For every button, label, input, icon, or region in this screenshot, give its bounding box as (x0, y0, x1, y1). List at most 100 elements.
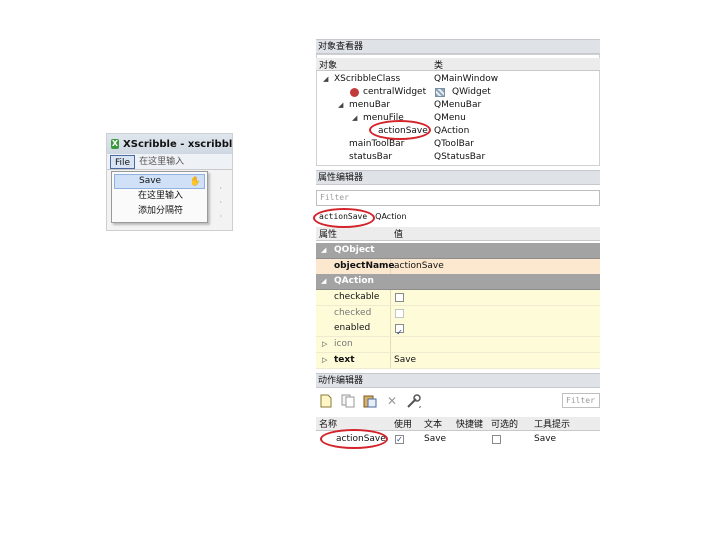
grid-dot: · (219, 198, 222, 207)
tree-row-centralwidget[interactable]: centralWidget QWidget (316, 86, 600, 99)
column-divider (390, 306, 391, 321)
object-inspector-header: 对象 类 (316, 58, 600, 71)
property-row-checkable[interactable]: checkable (316, 290, 600, 306)
property-row-objectname[interactable]: objectName actionSave (316, 259, 600, 275)
column-shortcut[interactable]: 快捷键 (456, 417, 483, 430)
property-label: checked (334, 308, 372, 318)
form-menubar: File 在这里输入 (107, 154, 232, 170)
qt-app-icon: X (111, 139, 120, 149)
column-class[interactable]: 类 (434, 58, 443, 71)
column-value[interactable]: 值 (394, 227, 403, 240)
property-label: enabled (334, 323, 371, 333)
tree-row-statusbar[interactable]: statusBar QStatusBar (316, 151, 600, 164)
expand-arrow-icon[interactable]: ◢ (352, 112, 357, 125)
file-dropdown-menu: Save ✋ 在这里输入 添加分隔符 (111, 171, 208, 223)
menu-item-label: 添加分隔符 (138, 206, 184, 216)
objectname-value[interactable]: actionSave (394, 259, 444, 274)
column-used[interactable]: 使用 (394, 417, 412, 430)
action-text: Save (424, 434, 447, 444)
tree-object-name: XScribbleClass (334, 74, 401, 84)
group-label: QAction (334, 276, 374, 286)
action-name: actionSave (336, 434, 386, 444)
group-qaction[interactable]: ◢ QAction (316, 274, 600, 290)
configure-action-icon[interactable] (406, 393, 422, 409)
group-qobject[interactable]: ◢ QObject (316, 243, 600, 259)
column-divider (390, 321, 391, 336)
action-row-actionsave[interactable]: actionSave ✓ Save Save (316, 432, 600, 446)
enabled-checkbox[interactable]: ✓ (395, 324, 404, 337)
copy-action-icon[interactable] (340, 393, 356, 409)
column-tooltip[interactable]: 工具提示 (534, 417, 570, 430)
expand-arrow-icon[interactable]: ◢ (323, 73, 328, 86)
property-row-text[interactable]: ▷ text Save (316, 353, 600, 369)
column-name[interactable]: 名称 (319, 417, 337, 430)
widget-icon (435, 88, 445, 97)
expand-arrow-icon[interactable]: ◢ (338, 99, 343, 112)
delete-action-icon[interactable]: ✕ (384, 393, 400, 409)
grab-hand-icon: ✋ (189, 177, 201, 187)
current-object-label: actionSave QAction (316, 209, 600, 224)
expand-arrow-icon[interactable]: ▷ (322, 353, 327, 368)
tree-object-name: menuFile (363, 113, 404, 123)
action-used-checkbox: ✓ (395, 435, 404, 444)
current-object-class: QAction (375, 212, 407, 221)
menu-item-label: Save (139, 176, 162, 186)
window-title: XScribble - xscribble.ui* (123, 138, 232, 150)
column-divider (390, 353, 391, 368)
property-row-icon[interactable]: ▷ icon (316, 337, 600, 353)
property-row-enabled[interactable]: enabled ✓ (316, 321, 600, 337)
action-filter-input[interactable]: Filter (562, 393, 600, 408)
menu-type-here[interactable]: 在这里输入 (135, 155, 188, 169)
tree-object-name: statusBar (349, 152, 393, 162)
column-property[interactable]: 属性 (319, 227, 337, 240)
object-inspector-title[interactable]: 对象查看器 (316, 39, 600, 54)
grid-dot: · (219, 212, 222, 221)
tree-row-maintoolbar[interactable]: mainToolBar QToolBar (316, 138, 600, 151)
column-divider (390, 290, 391, 305)
action-editor-title[interactable]: 动作编辑器 (316, 373, 600, 388)
property-editor-header: 属性 值 (316, 227, 600, 241)
column-divider (390, 337, 391, 352)
menu-item-type-here[interactable]: 在这里输入 (112, 189, 207, 204)
property-editor-title[interactable]: 属性编辑器 (316, 170, 600, 185)
tree-object-name: menuBar (349, 100, 391, 110)
property-label: icon (334, 339, 353, 349)
menu-item-save[interactable]: Save ✋ (114, 174, 205, 189)
property-label: checkable (334, 292, 380, 302)
tree-class-name: QMainWindow (434, 74, 499, 84)
current-object-name: actionSave (319, 212, 368, 221)
tree-row-menubar[interactable]: ◢ menuBar QMenuBar (316, 99, 600, 112)
layout-broken-icon (350, 88, 359, 97)
new-action-icon[interactable] (318, 393, 334, 409)
property-row-checked[interactable]: checked (316, 306, 600, 322)
property-label: objectName (334, 261, 395, 271)
menu-item-label: 在这里输入 (138, 191, 184, 201)
column-checkable[interactable]: 可选的 (491, 417, 518, 430)
group-label: QObject (334, 245, 375, 255)
expand-arrow-icon[interactable]: ▷ (322, 337, 327, 352)
property-label: text (334, 355, 355, 365)
column-object[interactable]: 对象 (319, 58, 337, 71)
action-checkable-checkbox (492, 435, 501, 444)
tree-class-name: QStatusBar (434, 152, 486, 162)
collapse-arrow-icon[interactable]: ◢ (321, 243, 326, 258)
tree-class-name: QMenu (434, 113, 466, 123)
tree-row-actionsave[interactable]: actionSave QAction (316, 125, 600, 138)
menu-item-add-separator[interactable]: 添加分隔符 (112, 204, 207, 219)
paste-action-icon[interactable] (362, 393, 378, 409)
tree-row-menufile[interactable]: ◢ menuFile QMenu (316, 112, 600, 125)
action-tooltip: Save (534, 434, 557, 444)
column-text[interactable]: 文本 (424, 417, 442, 430)
tree-object-name: centralWidget (363, 87, 427, 97)
tree-class-name: QMenuBar (434, 100, 482, 110)
checkable-checkbox[interactable] (395, 293, 404, 302)
action-editor-header: 名称 使用 文本 快捷键 可选的 工具提示 (316, 417, 600, 431)
property-filter-input[interactable]: Filter (316, 190, 600, 206)
text-value[interactable]: Save (394, 353, 416, 368)
tree-class-name: QAction (434, 126, 470, 136)
form-titlebar: X XScribble - xscribble.ui* (107, 134, 232, 154)
menu-file[interactable]: File (110, 154, 136, 169)
tree-class-name: QWidget (452, 87, 491, 97)
collapse-arrow-icon[interactable]: ◢ (321, 274, 326, 289)
tree-row-xscribbleclass[interactable]: ◢ XScribbleClass QMainWindow (316, 73, 600, 86)
